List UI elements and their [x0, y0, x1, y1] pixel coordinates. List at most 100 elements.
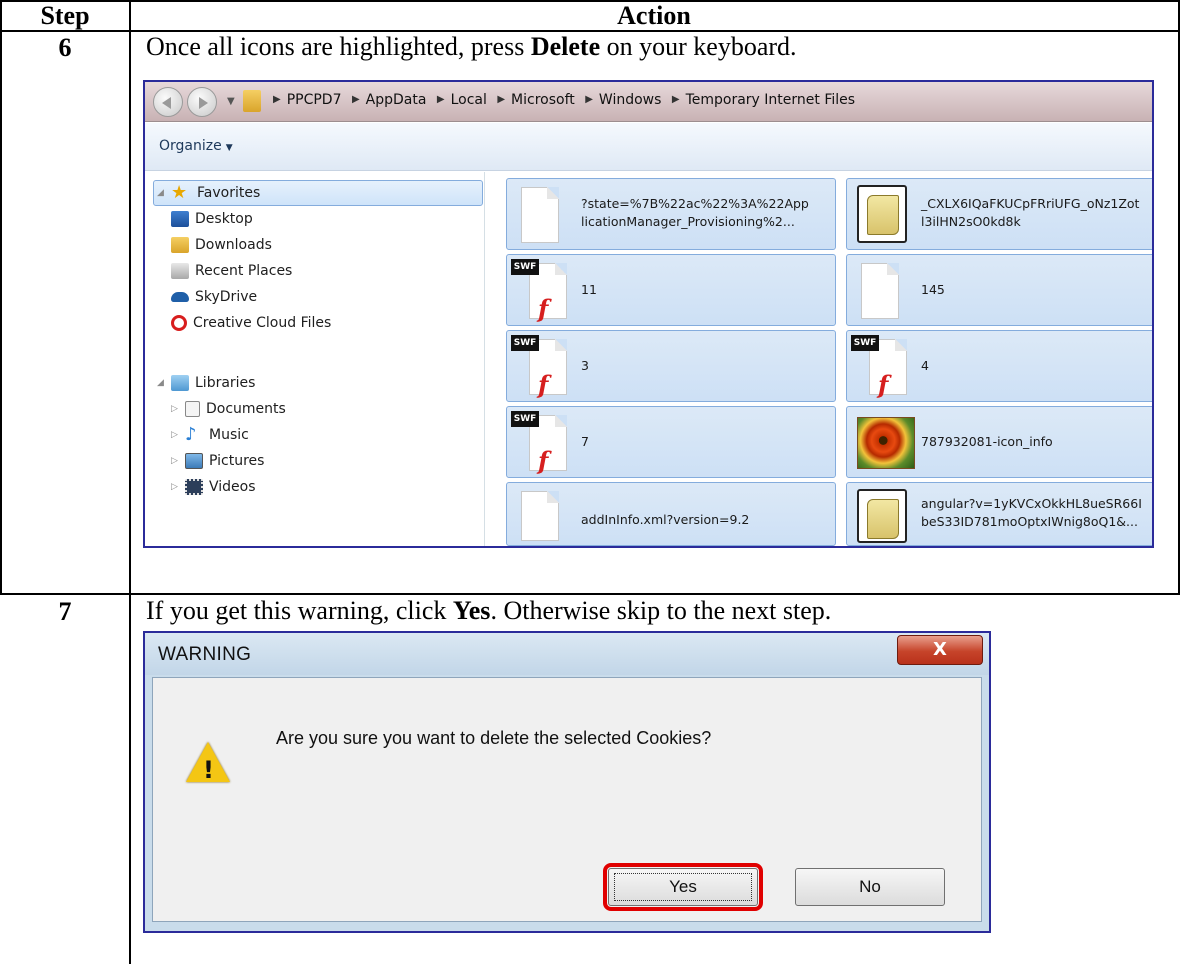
yes-button[interactable]: Yes: [603, 863, 763, 911]
music-note-icon: ♪: [185, 424, 197, 445]
downloads-folder-icon: [171, 237, 189, 253]
instruction-table: Step Action 6 Once all icons are highlig…: [0, 0, 1189, 964]
explorer-window: ▼ ▶ PPCPD7 ▶ AppData ▶ Local ▶ Microsoft ▶ Wi…: [143, 80, 1154, 548]
file-tile[interactable]: ?state=%7B%22ac%22%3A%22App licationMana…: [506, 178, 836, 250]
file-tile[interactable]: f SWF 3: [506, 330, 836, 402]
table-left-border: [0, 0, 2, 595]
organize-label: Organize: [159, 138, 222, 154]
breadcrumb-item[interactable]: Local: [451, 92, 487, 108]
script-file-icon: [857, 489, 907, 543]
folder-icon: [243, 90, 261, 112]
column-divider: [129, 0, 131, 964]
blank-file-icon: [521, 187, 559, 243]
nav-item-recent-places[interactable]: Recent Places: [171, 260, 292, 282]
file-tile[interactable]: 787932081-icon_info: [846, 406, 1152, 478]
file-name-line1: angular?v=1yKVCxOkkHL8ueSR66I: [921, 496, 1142, 511]
step-7-text-bold: Yes: [452, 596, 491, 625]
nav-item-pictures[interactable]: ▷ Pictures: [171, 450, 264, 472]
step-7-text-a: If you get this warning, click: [146, 596, 453, 625]
dialog-body: ! Are you sure you want to delete the se…: [152, 677, 982, 922]
step-7-text-b: . Otherwise skip to the next step.: [490, 596, 832, 625]
file-tile[interactable]: f SWF 7: [506, 406, 836, 478]
table-right-border: [1178, 0, 1180, 595]
file-tile[interactable]: f SWF 4: [846, 330, 1152, 402]
nav-item-skydrive[interactable]: SkyDrive: [171, 286, 257, 308]
nav-item-libraries[interactable]: ◢ Libraries: [157, 372, 255, 394]
dialog-title: WARNING: [158, 644, 252, 665]
forward-button[interactable]: [187, 87, 217, 117]
no-button[interactable]: No: [795, 868, 945, 906]
breadcrumb-item[interactable]: Temporary Internet Files: [686, 92, 855, 108]
script-file-icon: [857, 185, 907, 243]
swf-badge: SWF: [851, 335, 879, 351]
file-tile[interactable]: 145: [846, 254, 1152, 326]
documents-icon: [185, 401, 200, 417]
nav-label: Music: [209, 427, 249, 443]
header-step: Step: [40, 1, 90, 30]
close-button[interactable]: X: [897, 635, 983, 665]
nav-item-creative-cloud[interactable]: Creative Cloud Files: [171, 312, 331, 334]
file-tile[interactable]: angular?v=1yKVCxOkkHL8ueSR66I beS33ID781…: [846, 482, 1152, 546]
creative-cloud-icon: [171, 315, 187, 331]
navigation-pane: ◢ ★ Favorites Desktop Downloads Recent P…: [145, 172, 485, 546]
history-dropdown-icon[interactable]: ▼: [227, 96, 235, 107]
collapsed-triangle-icon[interactable]: ▷: [171, 404, 181, 414]
collapsed-triangle-icon[interactable]: ▷: [171, 430, 181, 440]
step-number-7: 7: [58, 597, 72, 626]
file-name-line1: _CXLX6IQaFKUCpFRriUFG_oNz1Zot: [921, 196, 1140, 211]
star-icon: ★: [171, 182, 188, 203]
libraries-icon: [171, 375, 189, 391]
breadcrumb-item[interactable]: Microsoft: [511, 92, 575, 108]
breadcrumb-item[interactable]: AppData: [366, 92, 427, 108]
chevron-down-icon: ▼: [225, 143, 233, 153]
file-name-line2: licationManager_Provisioning%2...: [581, 214, 795, 229]
blank-file-icon: [521, 491, 559, 541]
chevron-right-icon: ▶: [671, 94, 680, 105]
nav-label: Desktop: [195, 211, 253, 227]
organize-menu-button[interactable]: Organize ▼: [159, 138, 233, 154]
nav-label: Videos: [209, 479, 256, 495]
expanded-triangle-icon[interactable]: ◢: [157, 188, 167, 198]
file-tile[interactable]: _CXLX6IQaFKUCpFRriUFG_oNz1Zot l3ilHN2sO0…: [846, 178, 1152, 250]
command-bar: Organize ▼: [145, 123, 1152, 171]
nav-item-downloads[interactable]: Downloads: [171, 234, 272, 256]
nav-label: Libraries: [195, 375, 256, 391]
flash-f-icon: f: [538, 446, 549, 475]
breadcrumb-item[interactable]: PPCPD7: [287, 92, 342, 108]
step-6-text-bold: Delete: [530, 32, 601, 61]
chevron-right-icon: ▶: [273, 94, 281, 105]
file-tile[interactable]: f SWF 11: [506, 254, 836, 326]
no-button-label: No: [859, 877, 881, 896]
nav-item-music[interactable]: ▷ ♪ Music: [171, 424, 249, 446]
breadcrumb-item[interactable]: Windows: [599, 92, 662, 108]
back-button[interactable]: [153, 87, 183, 117]
file-name-line1: 7: [581, 434, 589, 449]
cloud-icon: [171, 292, 189, 302]
file-name-line1: ?state=%7B%22ac%22%3A%22App: [581, 196, 809, 211]
collapsed-triangle-icon[interactable]: ▷: [171, 456, 181, 466]
dialog-title-bar: WARNING X: [145, 633, 989, 675]
nav-item-favorites[interactable]: ◢ ★ Favorites: [157, 182, 260, 204]
nav-item-videos[interactable]: ▷ Videos: [171, 476, 256, 498]
nav-label: Recent Places: [195, 263, 293, 279]
file-name-line1: 3: [581, 358, 589, 373]
nav-item-documents[interactable]: ▷ Documents: [171, 398, 286, 420]
file-list: ?state=%7B%22ac%22%3A%22App licationMana…: [486, 172, 1152, 546]
nav-item-desktop[interactable]: Desktop: [171, 208, 253, 230]
breadcrumb: ▶ PPCPD7 ▶ AppData ▶ Local ▶ Microsoft ▶ Wind…: [267, 92, 855, 108]
expanded-triangle-icon[interactable]: ◢: [157, 378, 167, 388]
swf-badge: SWF: [511, 335, 539, 351]
pictures-icon: [185, 453, 203, 469]
file-name-line1: 4: [921, 358, 929, 373]
dialog-message: Are you sure you want to delete the sele…: [276, 728, 712, 748]
file-tile[interactable]: addInInfo.xml?version=9.2: [506, 482, 836, 546]
chevron-right-icon: ▶: [585, 94, 593, 105]
step-6-text-b: on your keyboard.: [600, 32, 797, 61]
chevron-right-icon: ▶: [497, 94, 506, 105]
collapsed-triangle-icon[interactable]: ▷: [171, 482, 181, 492]
nav-label: Creative Cloud Files: [193, 315, 332, 331]
file-name-line1: 145: [921, 282, 945, 297]
blank-file-icon: [861, 263, 899, 319]
recent-places-icon: [171, 263, 189, 279]
desktop-icon: [171, 211, 189, 227]
